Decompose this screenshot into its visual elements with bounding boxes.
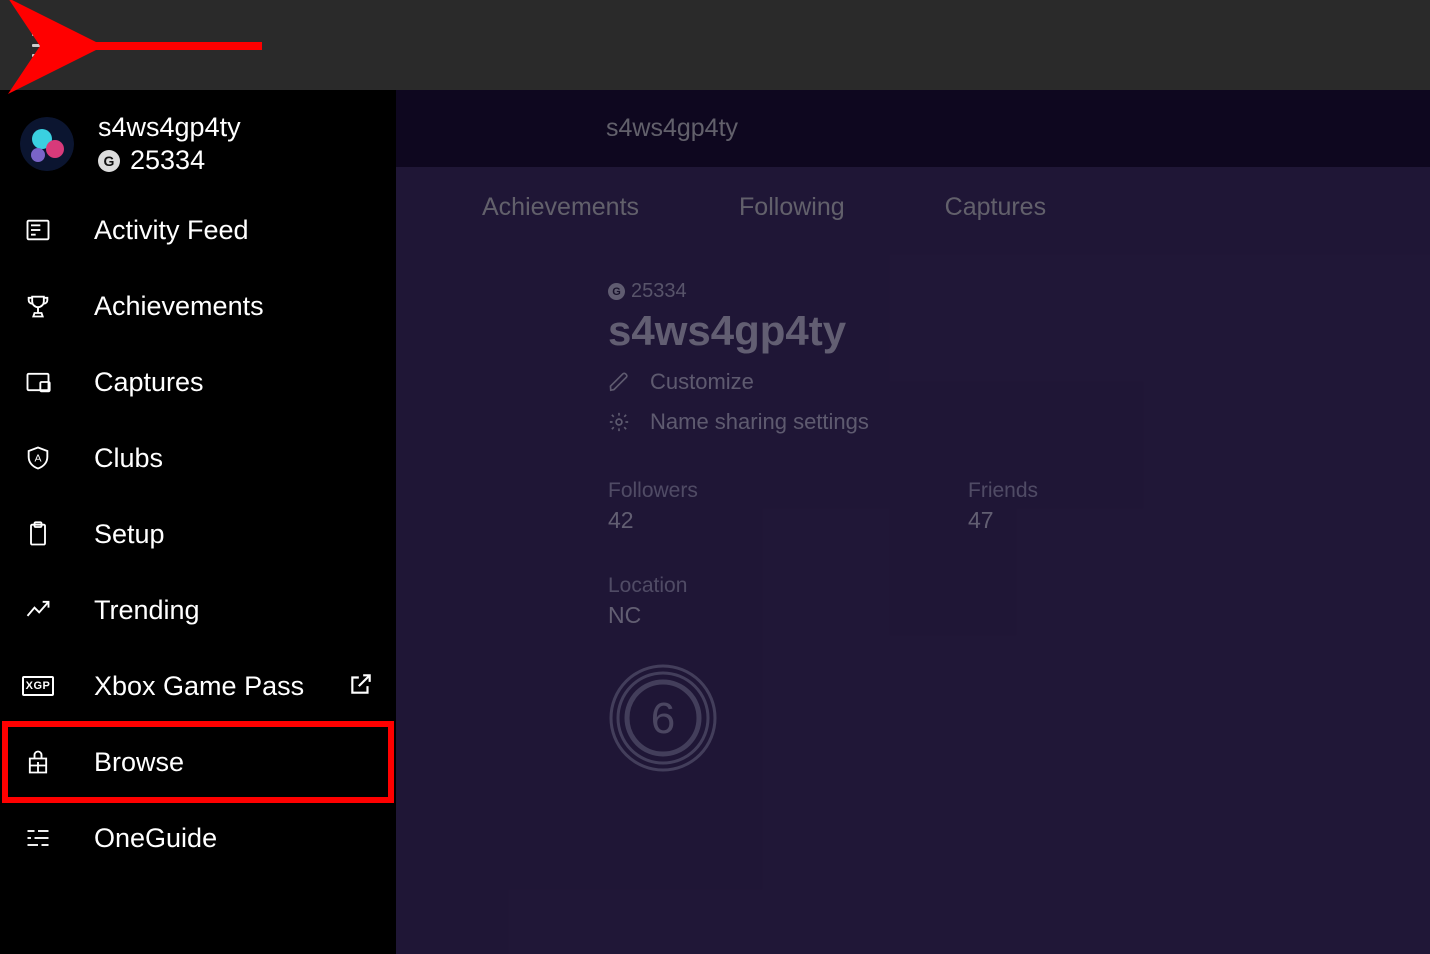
sidebar-item-setup[interactable]: Setup bbox=[0, 496, 396, 572]
name-sharing-label: Name sharing settings bbox=[650, 409, 869, 435]
customize-label: Customize bbox=[650, 369, 754, 395]
sidebar-gamerscore: 25334 bbox=[130, 145, 205, 176]
top-bar bbox=[0, 0, 1430, 90]
sidebar-item-label: Clubs bbox=[94, 443, 163, 474]
external-link-icon bbox=[348, 671, 374, 702]
sidebar-item-label: Activity Feed bbox=[94, 215, 249, 246]
sidebar-item-clubs[interactable]: A Clubs bbox=[0, 420, 396, 496]
profile-details: G 25334 s4ws4gp4ty Customize Name sharin… bbox=[396, 240, 1430, 773]
sidebar-item-oneguide[interactable]: OneGuide bbox=[0, 800, 396, 876]
feed-icon bbox=[22, 214, 54, 246]
profile-gamertag: s4ws4gp4ty bbox=[608, 307, 1430, 355]
guide-icon bbox=[22, 822, 54, 854]
profile-tabs: Achievements Following Captures bbox=[396, 167, 1430, 240]
main-content: s4ws4gp4ty Achievements Following Captures… bbox=[396, 90, 1430, 954]
profile-header-bar: s4ws4gp4ty bbox=[396, 90, 1430, 167]
sidebar-item-label: Xbox Game Pass bbox=[94, 671, 304, 702]
sidebar-item-label: Achievements bbox=[94, 291, 264, 322]
shield-icon: A bbox=[22, 442, 54, 474]
sidebar-item-captures[interactable]: Captures bbox=[0, 344, 396, 420]
sidebar-gamertag: s4ws4gp4ty bbox=[98, 112, 241, 143]
xgp-icon: XGP bbox=[22, 670, 54, 702]
tab-following[interactable]: Following bbox=[739, 193, 845, 222]
sidebar-item-label: Captures bbox=[94, 367, 204, 398]
location-stat: Location NC bbox=[608, 574, 968, 629]
hamburger-menu-button[interactable] bbox=[32, 33, 66, 57]
tab-achievements[interactable]: Achievements bbox=[482, 193, 639, 222]
sidebar-item-label: Trending bbox=[94, 595, 200, 626]
avatar bbox=[20, 117, 74, 171]
sidebar-item-label: Setup bbox=[94, 519, 165, 550]
sidebar-item-achievements[interactable]: Achievements bbox=[0, 268, 396, 344]
name-sharing-button[interactable]: Name sharing settings bbox=[608, 409, 1430, 435]
customize-button[interactable]: Customize bbox=[608, 369, 1430, 395]
annotation-arrow bbox=[72, 26, 272, 71]
tenure-badge: 6 bbox=[608, 663, 718, 773]
tenure-value: 6 bbox=[651, 694, 675, 743]
gamerscore-icon: G bbox=[608, 283, 625, 300]
annotation-highlight bbox=[2, 721, 394, 803]
followers-stat: Followers 42 bbox=[608, 479, 968, 534]
sidebar-item-browse[interactable]: Browse bbox=[0, 724, 396, 800]
friends-stat: Friends 47 bbox=[968, 479, 1168, 534]
capture-icon bbox=[22, 366, 54, 398]
sidebar: s4ws4gp4ty G 25334 Activity Feed Achievem… bbox=[0, 90, 396, 954]
profile-gamerscore: 25334 bbox=[631, 280, 687, 303]
profile-header-title: s4ws4gp4ty bbox=[606, 114, 738, 143]
pencil-icon bbox=[608, 371, 630, 393]
svg-text:A: A bbox=[34, 453, 41, 465]
gamerscore-icon: G bbox=[98, 150, 120, 172]
store-icon bbox=[22, 746, 54, 778]
sidebar-item-activity-feed[interactable]: Activity Feed bbox=[0, 192, 396, 268]
sidebar-item-label: Browse bbox=[94, 747, 184, 778]
trend-icon bbox=[22, 594, 54, 626]
clipboard-icon bbox=[22, 518, 54, 550]
tab-captures[interactable]: Captures bbox=[945, 193, 1046, 222]
gear-icon bbox=[608, 411, 630, 433]
sidebar-profile[interactable]: s4ws4gp4ty G 25334 bbox=[0, 102, 396, 182]
sidebar-item-xbox-game-pass[interactable]: XGP Xbox Game Pass bbox=[0, 648, 396, 724]
sidebar-item-trending[interactable]: Trending bbox=[0, 572, 396, 648]
trophy-icon bbox=[22, 290, 54, 322]
sidebar-item-label: OneGuide bbox=[94, 823, 217, 854]
